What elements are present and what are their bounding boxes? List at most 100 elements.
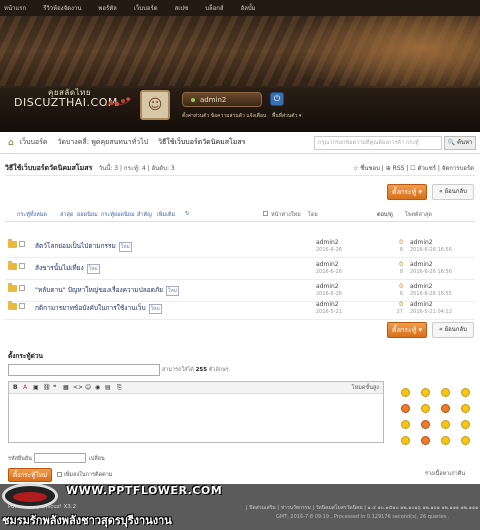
thread-checkbox[interactable] xyxy=(19,241,25,247)
power-icon[interactable]: ⏻ xyxy=(270,92,284,106)
thread-title[interactable]: "หลับตาน" ปัญหาใหญ่ของเรื่องความปลอดภัยใ… xyxy=(35,285,179,296)
follow-checkbox[interactable] xyxy=(57,472,62,477)
column-by: โดย xyxy=(308,212,318,218)
thread-date: 2016-6-26 xyxy=(316,269,342,275)
thread-last-date[interactable]: 2016-6-26 16:56 xyxy=(410,269,452,275)
thread-author[interactable]: admin2 xyxy=(316,261,339,268)
filter-popular[interactable]: ยอดนิยม xyxy=(77,211,98,219)
folder-icon xyxy=(8,301,17,310)
username-pill[interactable]: admin2 xyxy=(182,92,262,107)
username: admin2 xyxy=(200,95,227,104)
smiley-icon[interactable] xyxy=(421,436,430,445)
smiley-icon[interactable] xyxy=(421,404,430,413)
smiley-icon[interactable] xyxy=(421,420,430,429)
smiley-icon[interactable]: ☺ xyxy=(85,384,91,391)
smiley-icon[interactable] xyxy=(401,388,410,397)
topnav-review[interactable]: รีวิวห้องจัดงาน xyxy=(43,3,81,13)
code-icon[interactable]: <> xyxy=(73,384,83,391)
filter-all[interactable]: กระทู้ทั้งหมด xyxy=(17,211,47,219)
thread-filter-bar: กระทู้ทั้งหมด ล่าสุด ยอดนิยม กระทู้ยอดนิ… xyxy=(5,208,475,222)
thread-last-poster[interactable]: admin2 xyxy=(410,301,433,308)
bold-icon[interactable]: B xyxy=(13,384,18,391)
attach-icon[interactable]: ⎘ xyxy=(117,384,122,392)
blossom-icon xyxy=(104,97,132,107)
smiley-icon[interactable] xyxy=(461,404,470,413)
subject-input[interactable] xyxy=(8,364,160,376)
topnav-album[interactable]: อัลบั้ม xyxy=(241,3,256,13)
font-color-icon[interactable]: A xyxy=(23,384,27,391)
thread-last-poster[interactable]: admin2 xyxy=(410,239,433,246)
home-icon[interactable]: ⌂ xyxy=(8,138,14,148)
thread-checkbox[interactable] xyxy=(19,303,25,309)
back-button-bottom[interactable]: « ย้อนกลับ xyxy=(432,322,474,338)
filter-more[interactable]: เพิ่มเติม xyxy=(157,211,175,219)
smiley-icon[interactable] xyxy=(461,388,470,397)
user-settings-links[interactable]: ตั้งค่าส่วนตัว ข้อความส่วนตัว แจ้งเตือน xyxy=(182,113,266,119)
back-button[interactable]: « ย้อนกลับ xyxy=(432,184,474,200)
forum-actions[interactable]: ☆ ชื่นชอบ | ⊕ RSS | ☐ ตัวแชร์ | จัดการบอ… xyxy=(353,163,474,173)
restore-draft-link[interactable]: ร่างเนื้อหาเก่าคืน xyxy=(425,470,465,478)
topnav-blog[interactable]: บล็อกส์ xyxy=(205,3,223,13)
footer-links[interactable]: | ปิดส่วนเสริม | ข่าวนวัตกรรม | วัดนิคมส… xyxy=(246,504,478,512)
smiley-icon[interactable] xyxy=(461,436,470,445)
table-row[interactable]: สังขารนั้นไม่เที่ยง ใหม่ admin2 2016-6-26… xyxy=(5,258,475,280)
topnav-forum[interactable]: เว็บบอร์ด xyxy=(134,3,158,13)
search-input[interactable]: กรุณากรอกข้อความที่คุณต้องการค้า กระทู้ xyxy=(314,136,442,150)
thread-views: 8 xyxy=(399,247,403,253)
quickpost-title: ตั้งกระทู้ด่วน xyxy=(8,352,43,360)
thread-checkbox[interactable] xyxy=(19,285,25,291)
breadcrumb-forum[interactable]: เว็บบอร์ด xyxy=(20,137,48,148)
verify-change-link[interactable]: เปลี่ยน xyxy=(89,455,105,463)
topnav-space[interactable]: สเปซ xyxy=(175,3,189,13)
thread-last-date[interactable]: 2016-6-26 16:55 xyxy=(410,291,452,297)
verify-input[interactable] xyxy=(34,453,86,463)
smiley-icon[interactable] xyxy=(441,388,450,397)
new-thread-button-bottom[interactable]: ตั้งกระทู้ ▾ xyxy=(387,322,427,338)
thread-author[interactable]: admin2 xyxy=(316,301,339,308)
smiley-icon[interactable] xyxy=(401,436,410,445)
quote-icon[interactable]: ❝ xyxy=(53,384,56,391)
topnav-home[interactable]: หน้าแรก xyxy=(4,3,26,13)
smiley-icon[interactable] xyxy=(461,420,470,429)
table-icon[interactable]: ▦ xyxy=(63,384,69,391)
thread-last-date[interactable]: 2016-6-26 16:56 xyxy=(410,247,452,253)
filter-latest[interactable]: ล่าสุด xyxy=(60,211,73,219)
user-links[interactable]: ตั้งค่าส่วนตัว ข้อความส่วนตัว แจ้งเตือน พ… xyxy=(182,112,301,120)
thread-title[interactable]: กติกามารยาทข้อบังคับในการใช้งานเว็บ ใหม่ xyxy=(35,303,162,314)
smiley-icon[interactable] xyxy=(441,420,450,429)
thread-last-date[interactable]: 2016-5-21 04:12 xyxy=(410,309,452,315)
table-row[interactable]: สัตว์โลกย่อมเป็นไปตามกรรม ใหม่ admin2 201… xyxy=(5,236,475,258)
thread-author[interactable]: admin2 xyxy=(316,239,339,246)
smiley-icon[interactable] xyxy=(441,436,450,445)
smiley-icon[interactable] xyxy=(401,404,410,413)
search-button[interactable]: 🔍 ค้นหา xyxy=(444,136,476,150)
image-icon[interactable]: ▣ xyxy=(33,384,39,391)
user-avatar[interactable]: ☺ xyxy=(140,90,170,120)
message-editor[interactable]: B A ▣ ⛓ ❝ ▦ <> ☺ ◉ ▤ ⎘ โหมดขั้นสูง xyxy=(8,381,384,443)
breadcrumb-category[interactable]: วัดบางคลี่: พูดคุยสนทนาทั่วไป xyxy=(57,137,148,148)
thread-title[interactable]: สัตว์โลกย่อมเป็นไปตามกรรม ใหม่ xyxy=(35,241,132,252)
advanced-mode-link[interactable]: โหมดขั้นสูง xyxy=(352,384,379,392)
user-space-dropdown[interactable]: พื้นที่ส่วนตัว ▾ xyxy=(272,112,301,120)
table-row[interactable]: กติกามารยาทข้อบังคับในการใช้งานเว็บ ใหม่ … xyxy=(5,298,475,320)
thread-last-poster[interactable]: admin2 xyxy=(410,283,433,290)
flash-icon[interactable]: ◉ xyxy=(95,384,100,391)
breadcrumb-current[interactable]: วิธีใช้เว็บบอร์ดวัดนิคมสโมสร xyxy=(158,137,245,148)
smiley-icon[interactable] xyxy=(421,388,430,397)
submit-button[interactable]: ตั้งกระทู้ใหม่ xyxy=(8,468,52,482)
topnav-portal[interactable]: พอร์ทัล xyxy=(98,3,116,13)
video-icon[interactable]: ▤ xyxy=(105,384,111,391)
smiley-icon[interactable] xyxy=(401,420,410,429)
thread-title[interactable]: สังขารนั้นไม่เที่ยง ใหม่ xyxy=(35,263,100,274)
refresh-icon[interactable]: ↻ xyxy=(185,211,190,217)
smiley-icon[interactable] xyxy=(441,404,450,413)
newwindow-checkbox[interactable] xyxy=(263,211,268,216)
link-icon[interactable]: ⛓ xyxy=(43,384,51,391)
filter-important[interactable]: สำคัญ xyxy=(137,211,152,219)
thread-checkbox[interactable] xyxy=(19,263,25,269)
new-thread-button[interactable]: ตั้งกระทู้ ▾ xyxy=(387,184,427,200)
online-dot-icon xyxy=(191,97,195,102)
thread-author[interactable]: admin2 xyxy=(316,283,339,290)
thread-last-poster[interactable]: admin2 xyxy=(410,261,433,268)
filter-hot[interactable]: กระทู้ยอดนิยม xyxy=(101,211,135,219)
